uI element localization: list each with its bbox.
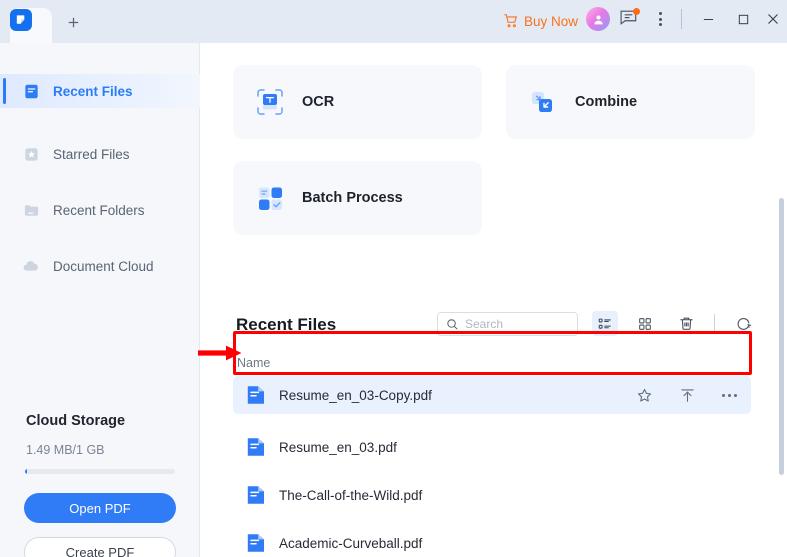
recent-files-title: Recent Files <box>236 315 337 334</box>
buy-now-button[interactable]: Buy Now <box>503 9 578 33</box>
upload-arrow-icon[interactable] <box>679 387 696 404</box>
open-pdf-button[interactable]: Open PDF <box>24 493 176 523</box>
star-icon <box>22 145 40 163</box>
recent-files-icon <box>22 82 40 100</box>
file-name: Academic-Curveball.pdf <box>279 535 423 551</box>
sidebar-item-document-cloud[interactable]: Document Cloud <box>0 249 200 283</box>
sidebar: Recent Files Starred Files Recent Folder… <box>0 43 200 557</box>
file-row-academic-curveball[interactable]: Academic-Curveball.pdf <box>233 524 751 557</box>
cloud-storage-title: Cloud Storage <box>26 413 126 429</box>
refresh-icon[interactable] <box>730 311 756 336</box>
star-outline-icon[interactable] <box>636 387 653 404</box>
toolbar-divider <box>714 314 715 332</box>
file-row-call-of-the-wild[interactable]: The-Call-of-the-Wild.pdf <box>233 476 751 514</box>
ocr-scan-icon <box>255 87 285 117</box>
folder-icon <box>22 201 40 219</box>
tool-label-ocr: OCR <box>302 94 335 110</box>
search-box[interactable] <box>437 312 578 336</box>
pdf-file-icon <box>246 384 266 406</box>
search-icon <box>446 318 459 331</box>
close-icon[interactable] <box>761 8 785 30</box>
tool-card-combine[interactable]: Combine <box>506 65 755 139</box>
minimize-icon[interactable] <box>696 8 720 30</box>
file-name: Resume_en_03.pdf <box>279 439 397 455</box>
file-name: The-Call-of-the-Wild.pdf <box>279 487 423 503</box>
vertical-scrollbar[interactable] <box>779 198 784 475</box>
tool-card-ocr[interactable]: OCR <box>233 65 482 139</box>
sidebar-item-starred-files[interactable]: Starred Files <box>0 137 200 171</box>
tool-card-batch-process[interactable]: Batch Process <box>233 161 482 235</box>
user-avatar-icon[interactable] <box>586 7 610 31</box>
main-content: OCR Combine Batch Process Recent Files S… <box>200 43 787 557</box>
tool-label-batch-process: Batch Process <box>302 190 403 206</box>
list-view-icon[interactable] <box>592 311 618 336</box>
notification-dot <box>633 8 640 15</box>
feedback-message-icon[interactable] <box>619 8 640 29</box>
file-row-resume-copy[interactable]: Resume_en_03-Copy.pdf <box>233 376 751 414</box>
pdf-file-icon <box>246 436 266 458</box>
column-header-name: Name <box>237 356 271 370</box>
kebab-menu-icon[interactable] <box>651 9 669 29</box>
sidebar-label-recent-files: Recent Files <box>53 83 133 99</box>
pdf-file-icon <box>246 484 266 506</box>
pdf-file-icon <box>246 532 266 554</box>
title-bar: Buy Now <box>0 0 787 43</box>
shopping-cart-icon <box>504 14 518 28</box>
tool-label-combine: Combine <box>575 94 638 110</box>
combine-files-icon <box>528 87 558 117</box>
search-input[interactable] <box>465 317 565 331</box>
file-name: Resume_en_03-Copy.pdf <box>279 387 432 403</box>
new-tab-button[interactable] <box>62 11 84 33</box>
batch-process-icon <box>255 183 285 213</box>
sidebar-label-recent-folders: Recent Folders <box>53 202 145 218</box>
sidebar-label-document-cloud: Document Cloud <box>53 258 154 274</box>
cloud-icon <box>22 257 40 275</box>
cloud-storage-progress-fill <box>25 469 27 474</box>
trash-icon[interactable] <box>673 311 699 336</box>
file-row-actions <box>636 376 737 414</box>
more-options-icon[interactable] <box>722 393 737 397</box>
cloud-storage-progress <box>25 469 175 474</box>
pdfelement-logo-icon[interactable] <box>10 9 32 31</box>
file-row-resume[interactable]: Resume_en_03.pdf <box>233 428 751 466</box>
grid-view-icon[interactable] <box>632 311 658 336</box>
buy-now-label: Buy Now <box>524 13 579 29</box>
app-window: Buy Now Recent Files Starred Files Recen… <box>0 0 787 557</box>
cloud-storage-usage: 1.49 MB/1 GB <box>26 443 105 457</box>
sidebar-item-recent-files[interactable]: Recent Files <box>0 74 200 108</box>
create-pdf-button[interactable]: Create PDF <box>24 537 176 557</box>
maximize-icon[interactable] <box>731 8 755 30</box>
sidebar-label-starred-files: Starred Files <box>53 146 130 162</box>
titlebar-divider <box>681 9 682 29</box>
sidebar-item-recent-folders[interactable]: Recent Folders <box>0 193 200 227</box>
